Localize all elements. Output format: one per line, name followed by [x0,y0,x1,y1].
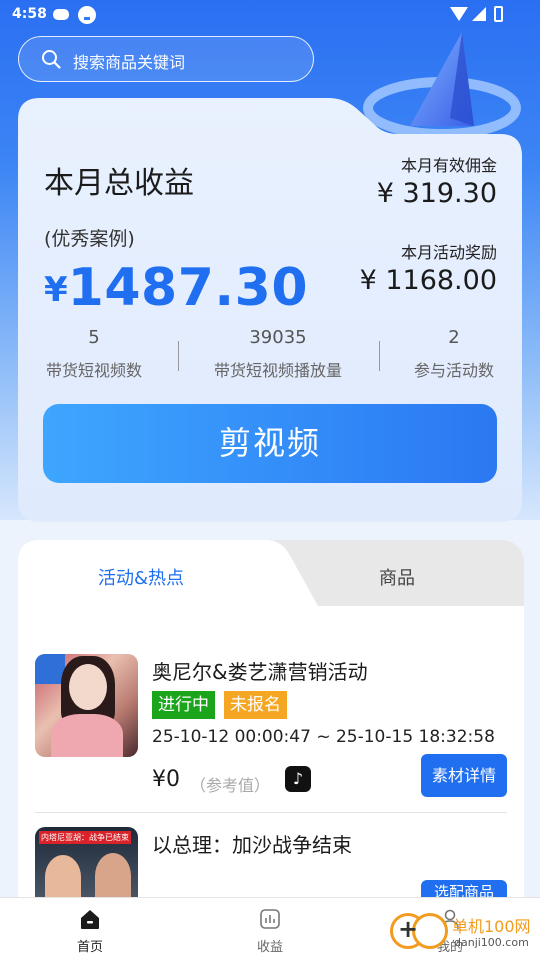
bonus-label: 本月活动奖励 [400,243,497,262]
stat-divider [379,341,380,371]
stat-value: 39035 [249,327,307,348]
thumbnail-dress [51,714,123,757]
stat-video-count: 5 带货短视频数 [44,327,144,381]
total-earnings-value: 1487.30 [67,258,309,318]
watermark-plus: + [398,915,419,943]
stat-value: 5 [88,327,100,348]
earnings-title: 本月总收益 [44,166,194,201]
watermark-brand: 单机100网 [452,917,531,936]
stat-label: 带货短视频播放量 [213,361,342,380]
nav-earnings[interactable]: 收益 [220,898,320,960]
watermark: + 单机100网 danji100.com [390,905,540,960]
nav-home-label: 首页 [76,940,103,955]
stat-label: 带货短视频数 [45,361,142,380]
tiktok-icon: ♪ [285,766,311,792]
cut-video-button[interactable]: 剪视频 [43,404,497,483]
wifi-icon [450,7,468,21]
activity-time-range: 25-10-12 00:00:47 ~ 25-10-15 18:32:58 [152,727,495,747]
status-time: 4:58 [12,6,47,22]
stat-value: 2 [448,327,460,348]
nav-home[interactable]: 首页 [40,898,140,960]
stat-activity-count: 2 参与活动数 [410,327,498,381]
item-divider [35,812,507,813]
download-icon [78,6,96,24]
commission-label: 本月有效佣金 [400,156,497,175]
activity-thumbnail[interactable]: 内塔尼亚胡：战争已结束 [35,827,138,899]
activity-title[interactable]: 以总理：加沙战争结束 [152,829,352,858]
nav-earnings-label: 收益 [256,940,283,955]
activity-price: ¥0 [152,767,180,792]
thumbnail-person [45,855,81,899]
activity-thumbnail[interactable] [35,654,138,757]
total-earnings: ¥1487.30 [44,258,308,318]
stat-play-count: 39035 带货短视频播放量 [208,327,348,381]
activity-title[interactable]: 奥尼尔&娄艺潇营销活动 [152,656,368,685]
chart-icon [260,909,280,929]
tab-products-label[interactable]: 商品 [379,564,415,590]
tab-activities-label[interactable]: 活动&热点 [98,564,184,590]
thumbnail-face [69,664,107,710]
watermark-url: danji100.com [454,936,529,949]
thumbnail-caption: 内塔尼亚胡：战争已结束 [39,831,131,844]
price-note: （参考值） [190,776,271,795]
signal-icon [472,7,486,21]
stat-divider [178,341,179,371]
search-placeholder: 搜索商品关键词 [73,53,186,72]
commission-value: ¥ 319.30 [376,178,497,209]
search-icon [42,50,61,69]
home-icon [81,910,99,929]
status-badge-unregistered: 未报名 [224,691,287,719]
earnings-subtitle: (优秀案例) [44,228,135,250]
material-detail-button[interactable]: 素材详情 [421,754,507,797]
battery-icon [494,6,503,22]
thumbnail-person [95,853,131,899]
currency-symbol: ¥ [44,270,68,310]
bonus-value: ¥ 1168.00 [359,265,497,296]
gamepad-icon [53,9,69,20]
search-bar[interactable]: 搜索商品关键词 [18,36,314,82]
stat-label: 参与活动数 [413,361,494,380]
status-badge-ongoing: 进行中 [152,691,215,719]
